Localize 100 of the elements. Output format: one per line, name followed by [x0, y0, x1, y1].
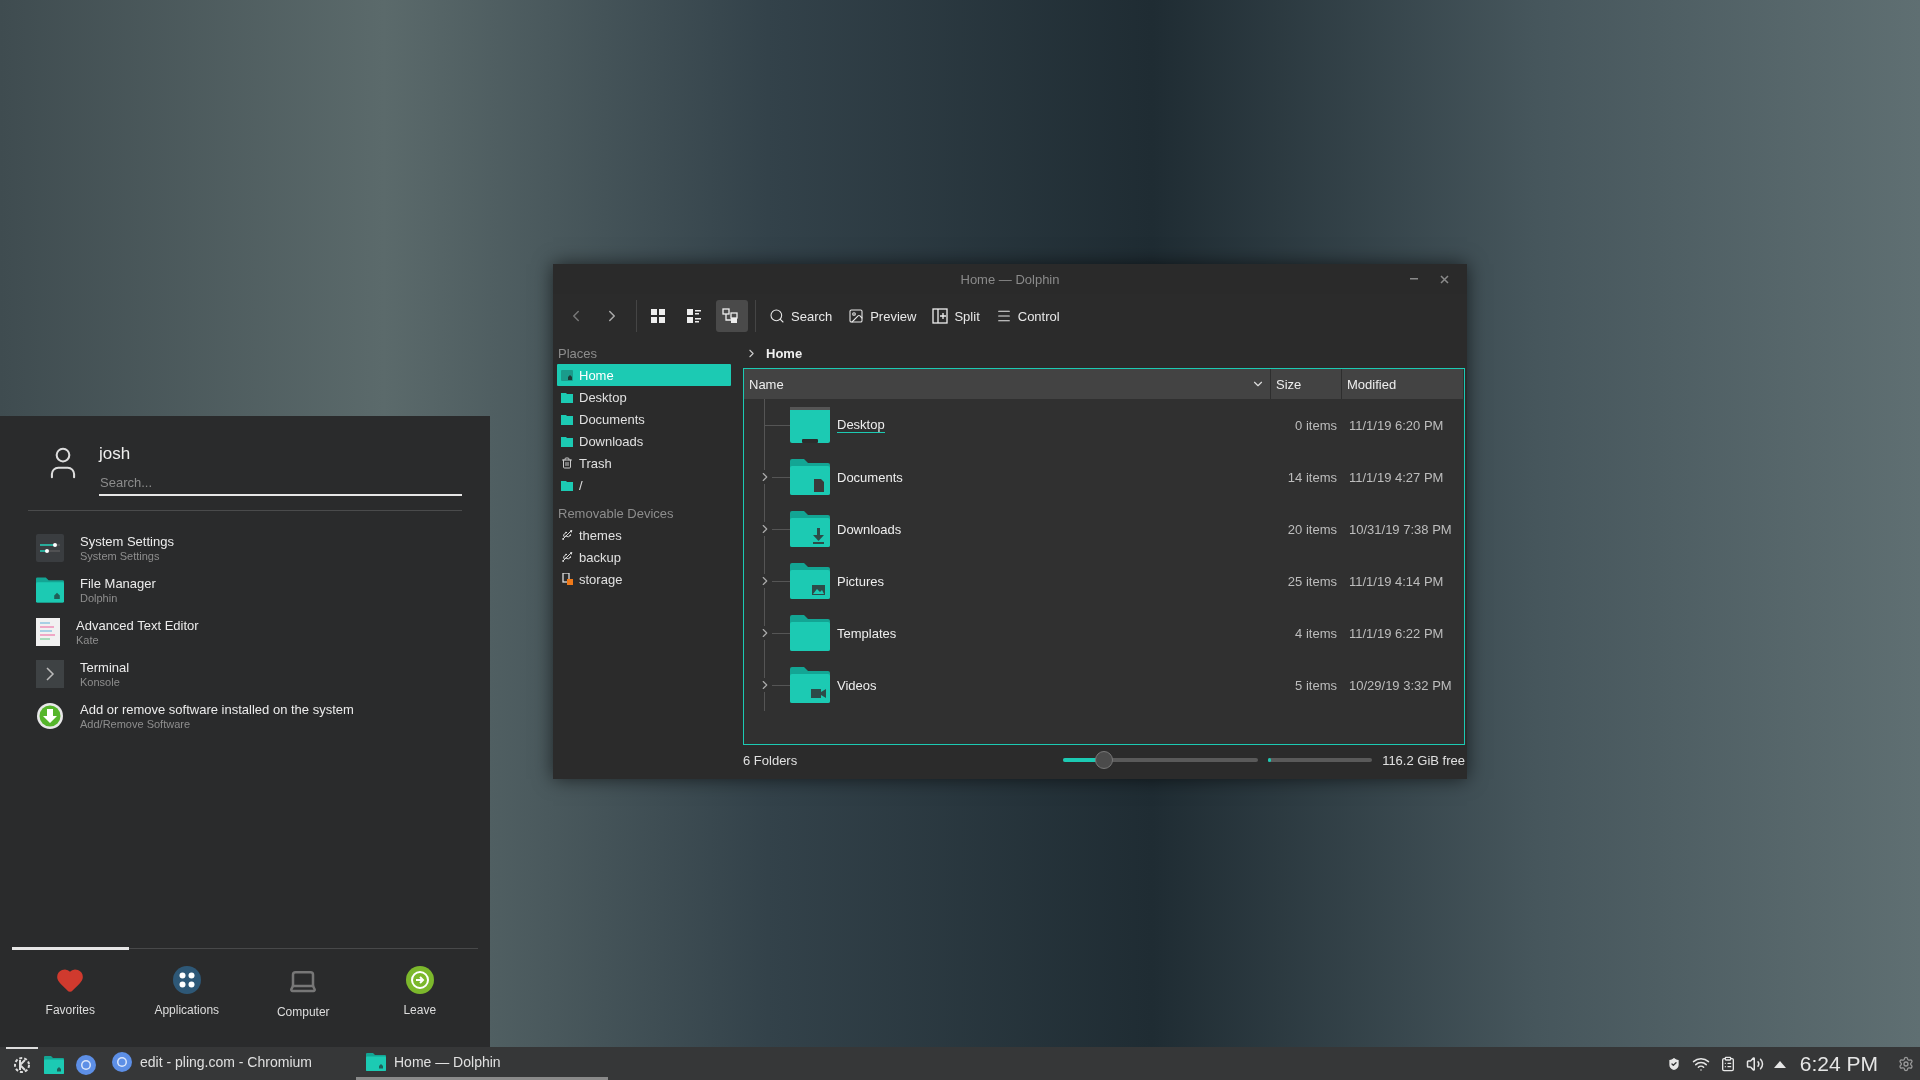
text-document-icon [36, 618, 60, 646]
folder-icon [790, 667, 830, 703]
clock[interactable]: 6:24 PM [1799, 1051, 1878, 1076]
favorite-app-item[interactable]: Add or remove software installed on the system Add/Remove Software [0, 695, 490, 737]
device-item[interactable]: themes [557, 524, 731, 546]
user-name: josh [99, 444, 132, 465]
favorite-app-item[interactable]: System Settings System Settings [0, 527, 490, 569]
terminal-icon [36, 660, 64, 688]
home-folder-icon [36, 577, 64, 603]
device-item-label: storage [579, 571, 623, 587]
free-space-label: 116.2 GiB free [1382, 752, 1465, 768]
app-title: File Manager [80, 576, 156, 591]
app-title: Add or remove software installed on the system [80, 702, 354, 717]
favorite-app-item[interactable]: Terminal Konsole [0, 653, 490, 695]
places-item[interactable]: Desktop [557, 386, 731, 408]
section-heading: Places [557, 344, 599, 363]
folder-name[interactable]: Templates [837, 625, 897, 641]
device-item-label: backup [579, 549, 621, 565]
item-count: 20 items [1287, 521, 1338, 537]
places-item-label: Trash [579, 455, 612, 471]
app-subtitle: Kate [76, 634, 100, 646]
device-item[interactable]: storage [557, 568, 731, 590]
places-item[interactable]: Documents [557, 408, 731, 430]
section-heading: Removable Devices [557, 504, 675, 523]
clipboard-icon[interactable] [1719, 1055, 1736, 1072]
modified-date: 11/1/19 4:14 PM [1348, 573, 1445, 589]
item-count: 5 items [1295, 677, 1338, 693]
favorite-app-item[interactable]: Advanced Text Editor Kate [0, 611, 490, 653]
menu-icon [995, 308, 1012, 324]
toolbar-button[interactable]: Preview [842, 300, 923, 332]
home-folder-icon [44, 1055, 64, 1074]
zoom-slider-handle[interactable] [1095, 751, 1114, 769]
folder-count: 6 Folders [743, 752, 798, 768]
details-view-icon [722, 308, 738, 324]
folder-icon [790, 511, 830, 547]
toolbar-button[interactable]: Search [763, 300, 839, 332]
favorite-app-item[interactable]: File Manager Dolphin [0, 569, 490, 611]
breadcrumb-item[interactable]: Home [766, 345, 803, 361]
places-item[interactable]: Downloads [557, 430, 731, 452]
folder-name[interactable]: Videos [837, 677, 877, 693]
expand-tray-icon[interactable] [1773, 1059, 1786, 1068]
places-item-label: Desktop [579, 389, 627, 405]
browser-icon [76, 1054, 96, 1075]
folder-icon [561, 479, 573, 491]
places-item-label: Home [579, 367, 614, 383]
folder-name[interactable]: Downloads [837, 521, 902, 537]
picture-icon [848, 308, 865, 324]
launcher-tab[interactable]: Applications [128, 947, 245, 1047]
usb-drive-icon [561, 551, 573, 563]
column-header[interactable]: Name [744, 369, 1271, 399]
close-icon [1439, 274, 1449, 284]
places-item[interactable]: / [557, 474, 731, 496]
settings-icon[interactable] [1898, 1055, 1914, 1072]
usb-drive-warning-icon [561, 573, 573, 585]
heart-icon [56, 966, 85, 994]
column-header-label: Size [1276, 376, 1302, 392]
split-view-icon [932, 308, 949, 324]
folder-icon [561, 435, 573, 447]
taskbar-task[interactable]: edit - pling.com - Chromium [102, 1047, 356, 1080]
taskbar-task[interactable]: Home — Dolphin [356, 1047, 608, 1080]
apps-grid-icon [172, 966, 201, 994]
sliders-icon [36, 534, 64, 562]
folder-icon [561, 413, 573, 425]
folder-name[interactable]: Pictures [837, 573, 884, 589]
folder-name[interactable]: Desktop [837, 417, 885, 433]
column-header[interactable]: Modified [1342, 369, 1464, 399]
column-header[interactable]: Size [1271, 369, 1342, 399]
column-header-label: Name [749, 376, 784, 392]
app-subtitle: Dolphin [80, 592, 119, 604]
toolbar-button[interactable]: Control [989, 300, 1066, 332]
device-item[interactable]: backup [557, 546, 731, 568]
launcher-tab[interactable]: Leave [361, 947, 478, 1047]
app-title: System Settings [80, 534, 174, 549]
places-item-label: Downloads [579, 433, 644, 449]
home-folder-icon [366, 1053, 386, 1071]
volume-icon[interactable] [1745, 1054, 1764, 1073]
download-arrow-icon [36, 702, 64, 730]
view-mode-button[interactable] [716, 300, 748, 332]
folder-icon [790, 563, 830, 599]
search-field[interactable]: Search... [99, 470, 462, 496]
usb-drive-icon [561, 529, 573, 541]
app-title: Advanced Text Editor [76, 618, 199, 633]
browser-icon [112, 1052, 132, 1072]
icons-view-icon [650, 308, 666, 324]
zoom-slider[interactable] [1063, 751, 1259, 769]
modified-date: 11/1/19 6:20 PM [1348, 417, 1445, 433]
folder-name[interactable]: Documents [837, 469, 903, 485]
places-item[interactable]: Trash [557, 452, 731, 474]
launcher-tab[interactable]: Computer [245, 947, 362, 1047]
compact-view-icon [686, 308, 702, 324]
folder-icon [561, 391, 573, 403]
toolbar-button[interactable]: Split [926, 300, 986, 332]
modified-date: 11/1/19 4:27 PM [1348, 469, 1445, 485]
app-subtitle: Konsole [80, 676, 121, 688]
app-subtitle: System Settings [80, 550, 161, 562]
modified-date: 10/29/19 3:32 PM [1348, 677, 1453, 693]
app-subtitle: Add/Remove Software [80, 718, 192, 730]
item-count: 0 items [1295, 417, 1338, 433]
device-item-label: themes [579, 527, 622, 543]
item-count: 4 items [1295, 625, 1338, 641]
